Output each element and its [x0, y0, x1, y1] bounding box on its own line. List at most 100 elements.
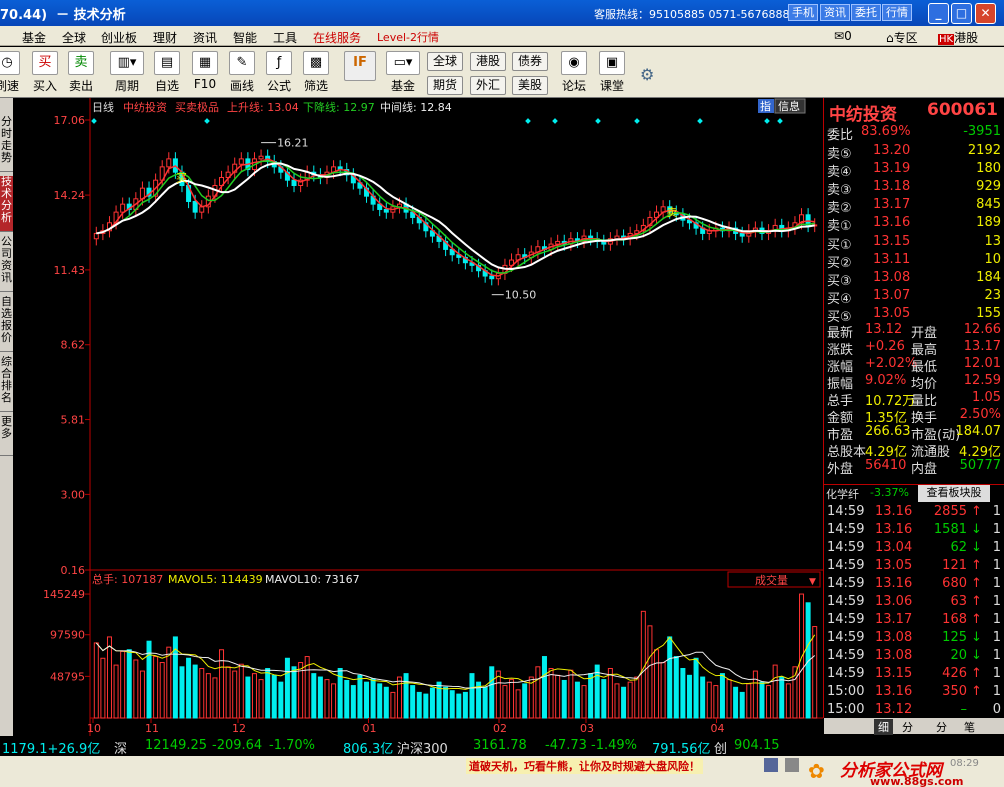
- sector-name[interactable]: 化学纤: [826, 486, 859, 502]
- menu-online-service[interactable]: 在线服务: [313, 29, 361, 46]
- menu-level2[interactable]: Level-2行情: [377, 29, 439, 45]
- chart-stock-name: 中纺投资: [123, 100, 167, 114]
- tick-row: 14:59 13.16 2855 ↑ 1: [827, 504, 1001, 519]
- menu-news[interactable]: 资讯: [193, 29, 217, 46]
- date-tick-label: 03: [580, 722, 594, 735]
- status-item: 沪深300: [397, 742, 448, 757]
- volume-bar: [568, 669, 574, 719]
- volume-bar: [647, 625, 653, 719]
- lower-line-label: 下降线: 12.97: [303, 100, 375, 114]
- candle-body: [166, 158, 172, 168]
- menu-gem[interactable]: 创业板: [101, 29, 137, 46]
- maximize-icon[interactable]: □: [951, 3, 972, 24]
- signal-diamond: [697, 118, 703, 124]
- draw-button[interactable]: ✎ 画线: [229, 51, 255, 94]
- date-tick-label: 04: [711, 722, 725, 735]
- sell-button[interactable]: 卖卖出: [68, 51, 94, 94]
- watchlist-button[interactable]: ▤ 自选: [154, 51, 180, 94]
- volume-bar: [390, 691, 396, 719]
- formula-button[interactable]: ƒ 公式: [266, 51, 292, 94]
- volume-bar: [522, 683, 528, 719]
- menu-fund[interactable]: 基金: [22, 29, 46, 46]
- status-item: 12149.25: [145, 738, 208, 753]
- tab-ranking[interactable]: 综合排名: [0, 356, 13, 412]
- volume-bar: [812, 626, 818, 719]
- global-button[interactable]: 全球: [427, 52, 463, 71]
- tab-detail[interactable]: 细: [874, 719, 893, 735]
- volume-bar: [495, 670, 501, 719]
- tab-company[interactable]: 公司资讯: [0, 236, 13, 292]
- volume-bar: [693, 657, 699, 719]
- volume-bar: [766, 685, 772, 719]
- futures-button[interactable]: 期货: [427, 76, 463, 95]
- stat-row: 金额 1.35亿 换手 2.50%: [827, 407, 1001, 426]
- volume-bar: [654, 649, 660, 719]
- bond-button[interactable]: 债券: [512, 52, 548, 71]
- settings-gear-icon[interactable]: ⚙: [640, 65, 654, 84]
- close-icon[interactable]: ✕: [975, 3, 996, 24]
- tick-row: 14:59 13.04 62 ↓ 1: [827, 540, 1001, 555]
- menu-smart[interactable]: 智能: [233, 29, 257, 46]
- price-tick-label: 3.00: [61, 488, 86, 501]
- volume-bar: [383, 686, 389, 719]
- volume-bar: [667, 636, 673, 719]
- volume-bar: [410, 685, 416, 719]
- volume-bar: [251, 673, 257, 719]
- kline-chart[interactable]: 日线 中纺投资 买卖极品 上升线: 13.04 下降线: 12.97 中间线: …: [13, 98, 823, 736]
- volume-bar: [192, 664, 198, 719]
- tray-icon[interactable]: [764, 758, 778, 772]
- menu-tools[interactable]: 工具: [273, 29, 297, 46]
- sell-signal-label: 卖: [667, 206, 678, 219]
- market-button[interactable]: 行情: [882, 4, 912, 21]
- menu-global[interactable]: 全球: [62, 29, 86, 46]
- class-button[interactable]: ▣ 课堂: [599, 51, 625, 94]
- zone-link[interactable]: ⌂专区: [886, 29, 918, 46]
- f10-icon: ▦: [192, 51, 218, 75]
- menu-finance[interactable]: 理财: [153, 29, 177, 46]
- view-sector-button[interactable]: 查看板块股: [918, 485, 990, 502]
- sell-label: 卖出: [68, 79, 93, 93]
- tick-row: 14:59 13.08 20 ↓ 1: [827, 648, 1001, 663]
- phone-button[interactable]: 手机: [788, 4, 818, 21]
- if-button[interactable]: IF: [344, 51, 376, 83]
- tab-intraday[interactable]: 分时走势: [0, 116, 13, 172]
- buy-button[interactable]: 买买入: [32, 51, 58, 94]
- tab-more[interactable]: 更多: [0, 416, 13, 456]
- volume-bar: [429, 687, 435, 719]
- formula-label: 公式: [266, 79, 291, 93]
- buy-signal-label: 买: [176, 172, 187, 185]
- f10-button[interactable]: ▦ F10: [192, 51, 218, 91]
- volume-bar: [133, 659, 139, 719]
- tab-price[interactable]: 分: [936, 719, 947, 735]
- tab-technical[interactable]: 技术分析: [0, 176, 13, 232]
- us-stock-button[interactable]: 美股: [512, 76, 548, 95]
- volume-bar: [601, 679, 607, 719]
- news-button[interactable]: 资讯: [820, 4, 850, 21]
- volume-bar: [759, 681, 765, 719]
- chevron-down-icon: ▼: [809, 577, 816, 587]
- tab-watchlist[interactable]: 自选报价: [0, 296, 13, 352]
- filter-button[interactable]: ▩ 筛选: [303, 51, 329, 94]
- volume-bar: [443, 686, 449, 719]
- forum-button[interactable]: ◉ 论坛: [561, 51, 587, 94]
- fund-button[interactable]: ▭▾ 基金: [386, 51, 420, 94]
- minimize-icon[interactable]: _: [928, 3, 949, 24]
- tab-minute[interactable]: 分: [902, 719, 913, 735]
- hk-stock-button[interactable]: 港股: [470, 52, 506, 71]
- volume-bar: [614, 683, 620, 719]
- sound-icon[interactable]: [785, 758, 799, 772]
- candle-body: [93, 232, 99, 240]
- refresh-button[interactable]: ◷ 刷速: [0, 51, 20, 94]
- tab-tick[interactable]: 笔: [964, 719, 975, 735]
- candle-body: [555, 240, 561, 245]
- mail-icon[interactable]: ✉0: [834, 29, 852, 43]
- period-button[interactable]: ▥▾ 周期: [110, 51, 144, 94]
- trade-button[interactable]: 委托: [851, 4, 881, 21]
- volume-bar: [785, 683, 791, 719]
- volume-bar: [113, 664, 119, 719]
- candle-body: [199, 206, 205, 213]
- volume-bar: [278, 681, 284, 719]
- ad-slogan[interactable]: 道破天机，巧看牛熊，让你及时规避大盘风险！: [466, 758, 703, 774]
- forex-button[interactable]: 外汇: [470, 76, 506, 95]
- hk-link[interactable]: HK港股: [938, 29, 978, 46]
